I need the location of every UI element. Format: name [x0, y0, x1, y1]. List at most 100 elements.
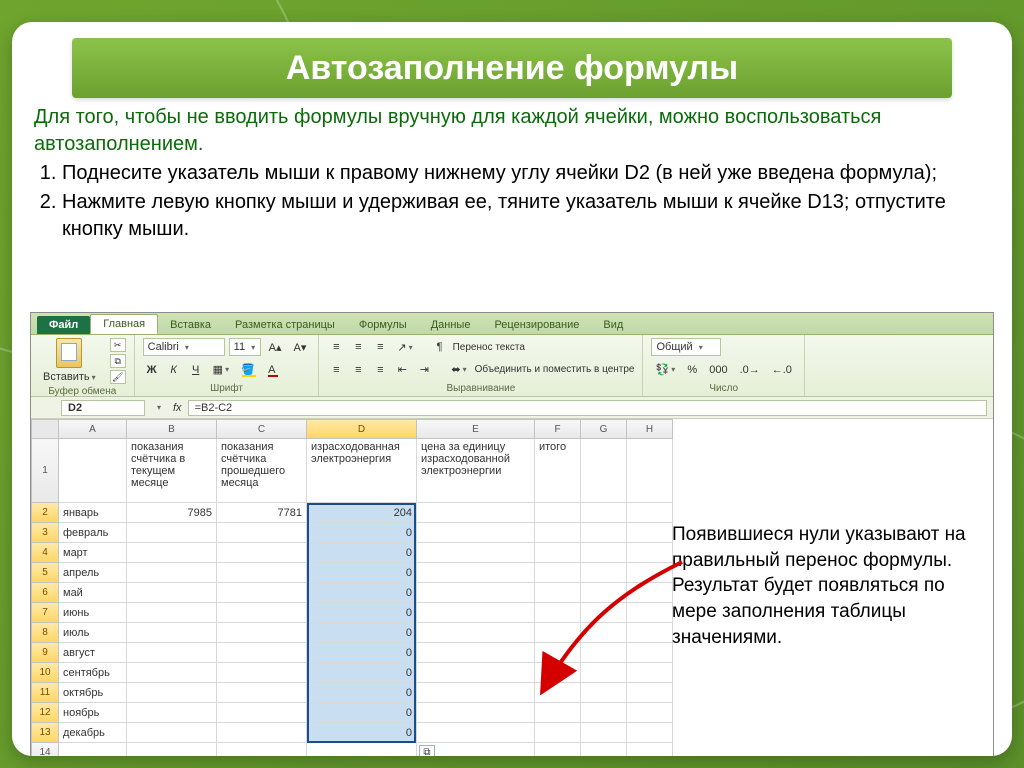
cell[interactable] — [535, 703, 581, 723]
cell[interactable] — [627, 603, 673, 623]
cell[interactable] — [627, 723, 673, 743]
autofill-options-icon[interactable]: ⧉ — [419, 745, 435, 756]
header-cell[interactable] — [627, 439, 673, 503]
fill-color-button[interactable]: 🪣 — [237, 361, 259, 379]
cell[interactable] — [581, 623, 627, 643]
align-center-icon[interactable]: ≡ — [349, 361, 367, 379]
cell[interactable]: 0 — [307, 663, 417, 683]
cell[interactable] — [127, 523, 217, 543]
cell[interactable] — [535, 563, 581, 583]
tab-review[interactable]: Рецензирование — [482, 316, 591, 334]
cell[interactable]: 0 — [307, 563, 417, 583]
cell[interactable] — [627, 663, 673, 683]
cell[interactable] — [627, 563, 673, 583]
header-cell[interactable]: израсходованная электроэнергия — [307, 439, 417, 503]
tab-pagelayout[interactable]: Разметка страницы — [223, 316, 347, 334]
cell[interactable] — [417, 643, 535, 663]
cell[interactable] — [581, 703, 627, 723]
row-header[interactable]: 4 — [31, 543, 59, 563]
wrap-text-icon[interactable]: ¶ — [431, 338, 449, 356]
cell[interactable]: 204 — [307, 503, 417, 523]
decrease-indent-icon[interactable]: ⇤ — [393, 361, 411, 379]
cell[interactable] — [627, 543, 673, 563]
cell[interactable]: 0 — [307, 543, 417, 563]
number-format-select[interactable]: Общий — [651, 338, 721, 356]
align-middle-icon[interactable]: ≡ — [349, 338, 367, 356]
cell[interactable]: сентябрь — [59, 663, 127, 683]
row-header[interactable]: 6 — [31, 583, 59, 603]
cell[interactable] — [127, 703, 217, 723]
cell[interactable]: май — [59, 583, 127, 603]
cell[interactable] — [535, 603, 581, 623]
cell[interactable] — [535, 663, 581, 683]
cell[interactable] — [127, 723, 217, 743]
header-cell[interactable] — [581, 439, 627, 503]
row-header[interactable]: 13 — [31, 723, 59, 743]
cell[interactable] — [417, 503, 535, 523]
row-header[interactable]: 12 — [31, 703, 59, 723]
increase-indent-icon[interactable]: ⇥ — [415, 361, 433, 379]
comma-style-icon[interactable]: 000 — [705, 361, 731, 379]
cell[interactable] — [217, 723, 307, 743]
cell[interactable] — [127, 543, 217, 563]
cell[interactable] — [627, 503, 673, 523]
cell[interactable]: 0 — [307, 683, 417, 703]
cell[interactable] — [627, 743, 673, 756]
cell[interactable] — [217, 523, 307, 543]
cell[interactable] — [127, 743, 217, 756]
font-size-select[interactable]: 11 — [229, 338, 261, 356]
cell[interactable] — [217, 623, 307, 643]
cell[interactable] — [417, 543, 535, 563]
cell[interactable]: 7985 — [127, 503, 217, 523]
cell[interactable] — [217, 683, 307, 703]
cell[interactable] — [581, 543, 627, 563]
cell[interactable] — [127, 683, 217, 703]
cell[interactable]: октябрь — [59, 683, 127, 703]
cell[interactable] — [581, 643, 627, 663]
cell[interactable]: 0 — [307, 703, 417, 723]
cell[interactable] — [581, 603, 627, 623]
cell[interactable] — [581, 523, 627, 543]
cell[interactable] — [627, 623, 673, 643]
cell[interactable] — [535, 523, 581, 543]
cell[interactable] — [307, 743, 417, 756]
cell[interactable] — [581, 563, 627, 583]
percent-icon[interactable]: % — [683, 361, 701, 379]
cell[interactable] — [127, 563, 217, 583]
row-header[interactable]: 14 — [31, 743, 59, 756]
cell[interactable] — [217, 543, 307, 563]
fx-icon[interactable]: fx — [173, 402, 182, 414]
column-header[interactable]: D — [307, 419, 417, 439]
row-header[interactable]: 2 — [31, 503, 59, 523]
increase-font-icon[interactable]: A▴ — [265, 338, 286, 356]
cell[interactable] — [581, 683, 627, 703]
tab-formulas[interactable]: Формулы — [347, 316, 419, 334]
header-cell[interactable]: показания счётчика в текущем месяце — [127, 439, 217, 503]
cell[interactable] — [217, 583, 307, 603]
font-name-select[interactable]: Calibri — [143, 338, 225, 356]
cell[interactable]: декабрь — [59, 723, 127, 743]
cell[interactable] — [535, 683, 581, 703]
cell[interactable] — [217, 643, 307, 663]
cell[interactable] — [417, 563, 535, 583]
cell[interactable]: 0 — [307, 643, 417, 663]
cell[interactable] — [581, 503, 627, 523]
merge-center-icon[interactable]: ⬌ — [447, 361, 470, 379]
cell[interactable] — [535, 643, 581, 663]
row-header[interactable]: 8 — [31, 623, 59, 643]
row-header[interactable]: 5 — [31, 563, 59, 583]
cell[interactable] — [627, 683, 673, 703]
column-header[interactable]: B — [127, 419, 217, 439]
cell[interactable]: 0 — [307, 523, 417, 543]
cell[interactable] — [581, 743, 627, 756]
merge-center-label[interactable]: Объединить и поместить в центре — [475, 364, 635, 375]
cell[interactable] — [535, 543, 581, 563]
align-left-icon[interactable]: ≡ — [327, 361, 345, 379]
row-header[interactable]: 1 — [31, 439, 59, 503]
cell[interactable] — [127, 643, 217, 663]
tab-data[interactable]: Данные — [419, 316, 483, 334]
decrease-decimal-icon[interactable]: ←.0 — [768, 361, 796, 379]
cell[interactable] — [535, 503, 581, 523]
column-header[interactable]: A — [59, 419, 127, 439]
tab-insert[interactable]: Вставка — [158, 316, 223, 334]
